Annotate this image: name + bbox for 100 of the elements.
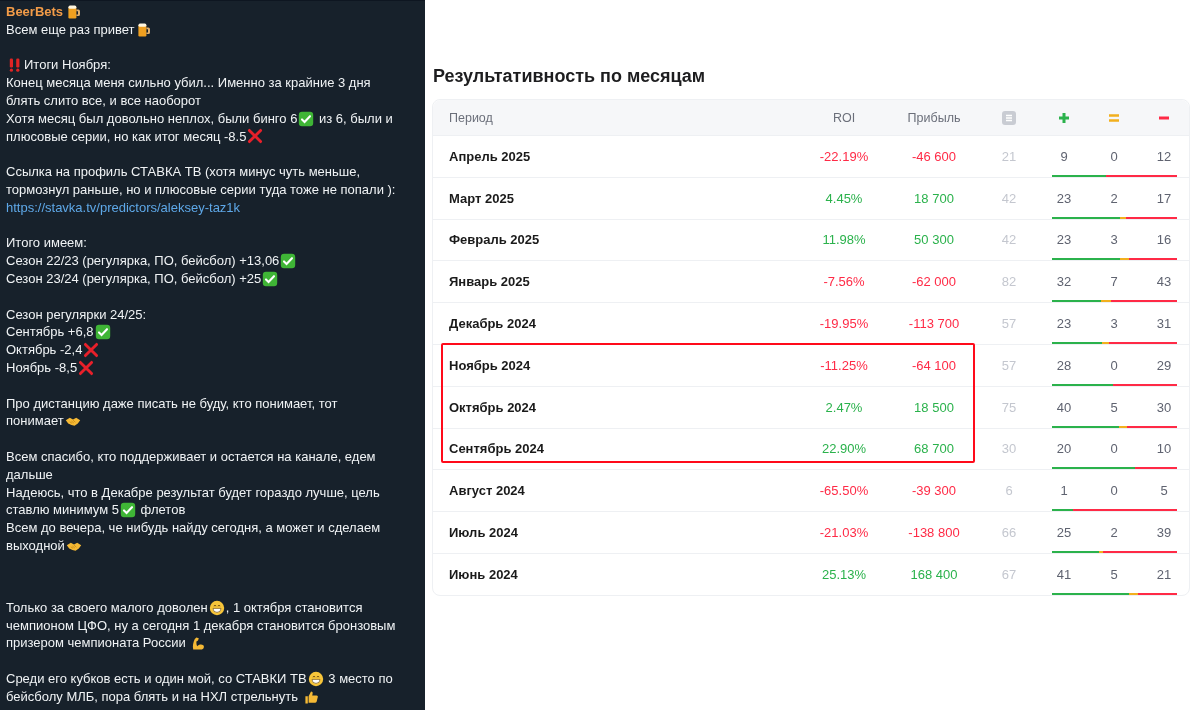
losses-count: 31 bbox=[1156, 316, 1172, 332]
message-text: Ноябрь -8,5 bbox=[6, 358, 78, 377]
check-mark-icon bbox=[280, 253, 297, 270]
wins-count: 40 bbox=[1056, 399, 1072, 415]
message-text: Ссылка на профиль СТАВКА ТВ (хотя минус чуть меньше, bbox=[6, 163, 361, 181]
losses-count: 39 bbox=[1156, 525, 1172, 541]
message-text: Надеюсь, что в Декабре результат будет гораздо лучше, цель bbox=[6, 483, 380, 502]
losses-count: 10 bbox=[1156, 441, 1172, 457]
check-mark-icon bbox=[94, 324, 111, 341]
period-cell-text: Ноябрь 2024 bbox=[448, 357, 531, 373]
profit-cell: 50 300 bbox=[914, 232, 954, 248]
message-text: Сезон регулярки 24/25: bbox=[6, 305, 147, 324]
message-text: Про дистанцию даже писать не буду, кто понимает, тот bbox=[6, 394, 338, 413]
message-text: Только за своего малого доволен bbox=[6, 598, 208, 617]
draws-count: 3 bbox=[1110, 232, 1118, 248]
draws-count: 0 bbox=[1110, 441, 1118, 457]
message-text: понимает bbox=[6, 412, 64, 431]
losses-count: 30 bbox=[1156, 399, 1172, 415]
profit-cell: -138 800 bbox=[908, 525, 960, 541]
bets-count: 66 bbox=[1001, 525, 1017, 541]
period-cell-text: Декабрь 2024 bbox=[448, 316, 536, 332]
bets-count: 82 bbox=[1001, 274, 1017, 290]
wins-count: 32 bbox=[1056, 274, 1072, 290]
period-cell-text: Октябрь 2024 bbox=[448, 399, 537, 415]
check-mark-icon bbox=[298, 110, 315, 127]
wins-count: 23 bbox=[1056, 232, 1072, 248]
wins-count: 1 bbox=[1060, 483, 1068, 499]
profit-cell: -113 700 bbox=[908, 316, 960, 332]
message-text: дальше bbox=[6, 465, 53, 484]
check-mark-icon bbox=[119, 502, 136, 519]
wins-count: 41 bbox=[1056, 566, 1072, 582]
message-text: ставлю минимум 5 bbox=[6, 501, 119, 520]
message-text: Всем спасибо, кто поддерживает и остается на канале, едем bbox=[6, 447, 376, 466]
column-header: ROI bbox=[832, 110, 856, 125]
period-cell-text: Июль 2024 bbox=[448, 525, 518, 541]
roi-cell: -19.95% bbox=[819, 316, 869, 332]
bets-count: 42 bbox=[1001, 232, 1017, 248]
message-text: Всем еще раз привет bbox=[6, 20, 135, 39]
bets-count: 67 bbox=[1001, 566, 1017, 582]
profit-cell: 68 700 bbox=[914, 441, 954, 457]
list-icon bbox=[1002, 110, 1016, 125]
draws-count: 2 bbox=[1110, 525, 1118, 541]
losses-count: 17 bbox=[1156, 190, 1172, 206]
bets-count: 6 bbox=[1005, 483, 1013, 499]
draws-count: 0 bbox=[1110, 148, 1118, 164]
period-cell-text: Март 2025 bbox=[448, 190, 514, 206]
losses-count: 21 bbox=[1156, 566, 1172, 582]
period-cell-text: Август 2024 bbox=[448, 483, 525, 499]
message-text: чемпионом ЦФО, ну а сегодня 1 декабря становится бронзовым bbox=[6, 616, 396, 635]
message-text: Хотя месяц был довольно неплох, были бинго 6 bbox=[6, 109, 298, 128]
column-header: Период bbox=[448, 110, 494, 125]
profit-cell: -46 600 bbox=[911, 148, 957, 164]
bets-count: 30 bbox=[1001, 441, 1017, 457]
losses-count: 16 bbox=[1156, 232, 1172, 248]
losses-count: 43 bbox=[1156, 274, 1172, 290]
period-cell-text: Январь 2025 bbox=[448, 274, 530, 290]
column-header: Прибыль bbox=[907, 110, 961, 125]
roi-cell: 22.90% bbox=[821, 441, 867, 457]
draws-count: 2 bbox=[1110, 190, 1118, 206]
message-text: из 6, были и bbox=[318, 109, 393, 128]
author-name[interactable]: BeerBets bbox=[6, 3, 64, 21]
draws-count: 0 bbox=[1110, 483, 1118, 499]
message-text: призером чемпионата России bbox=[6, 634, 187, 653]
cross-mark-icon bbox=[78, 359, 95, 376]
profit-cell: 168 400 bbox=[910, 566, 958, 582]
wins-count: 28 bbox=[1056, 357, 1072, 373]
roi-cell: -7.56% bbox=[823, 274, 865, 290]
profile-link[interactable]: https://stavka.tv/predictors/aleksey-taz1k bbox=[6, 198, 241, 217]
message-text: Сентябрь +6,8 bbox=[6, 323, 94, 342]
losses-count: 12 bbox=[1156, 148, 1172, 164]
profit-cell: 18 500 bbox=[914, 399, 954, 415]
bets-count: 57 bbox=[1001, 357, 1017, 373]
message-text: 3 место по bbox=[327, 669, 393, 688]
cross-mark-icon bbox=[83, 342, 100, 359]
wins-count: 23 bbox=[1056, 190, 1072, 206]
message-text: Сезон 23/24 (регулярка, ПО, бейсбол) +25 bbox=[6, 269, 262, 288]
message-text: тормознул раньше, но и плюсовые серии туда тоже не попали ): bbox=[6, 180, 396, 199]
check-mark-icon bbox=[262, 270, 279, 287]
draws-count: 0 bbox=[1110, 357, 1118, 373]
grinning-face-icon bbox=[208, 599, 225, 616]
message-text: флетов bbox=[139, 501, 186, 520]
draws-count: 7 bbox=[1110, 274, 1118, 290]
message-text: Среди его кубков есть и один мой, со СТАВКИ ТВ bbox=[6, 669, 307, 688]
bets-count: 42 bbox=[1001, 190, 1017, 206]
wins-count: 9 bbox=[1060, 148, 1068, 164]
beer-mug-icon bbox=[66, 3, 83, 20]
beer-mug-icon bbox=[135, 21, 152, 38]
message-text: бейсболу МЛБ, пора блять и на НХЛ стрельнуть bbox=[6, 687, 299, 706]
losses-count: 29 bbox=[1156, 357, 1172, 373]
bets-count: 21 bbox=[1001, 148, 1017, 164]
wins-count: 25 bbox=[1056, 525, 1072, 541]
wins-count: 20 bbox=[1056, 441, 1072, 457]
message-text: выходной bbox=[6, 536, 65, 555]
message-text: плюсовые серии, но как итог месяц -8.5 bbox=[6, 127, 247, 146]
message-text: Октябрь -2,4 bbox=[6, 341, 83, 359]
grinning-face-icon bbox=[307, 670, 324, 687]
period-cell-text: Июнь 2024 bbox=[448, 566, 518, 582]
message-text: Всем до вечера, че нибудь найду сегодня, а может и сделаем bbox=[6, 519, 381, 537]
bets-count: 75 bbox=[1001, 399, 1017, 415]
losses-count: 5 bbox=[1160, 483, 1168, 499]
